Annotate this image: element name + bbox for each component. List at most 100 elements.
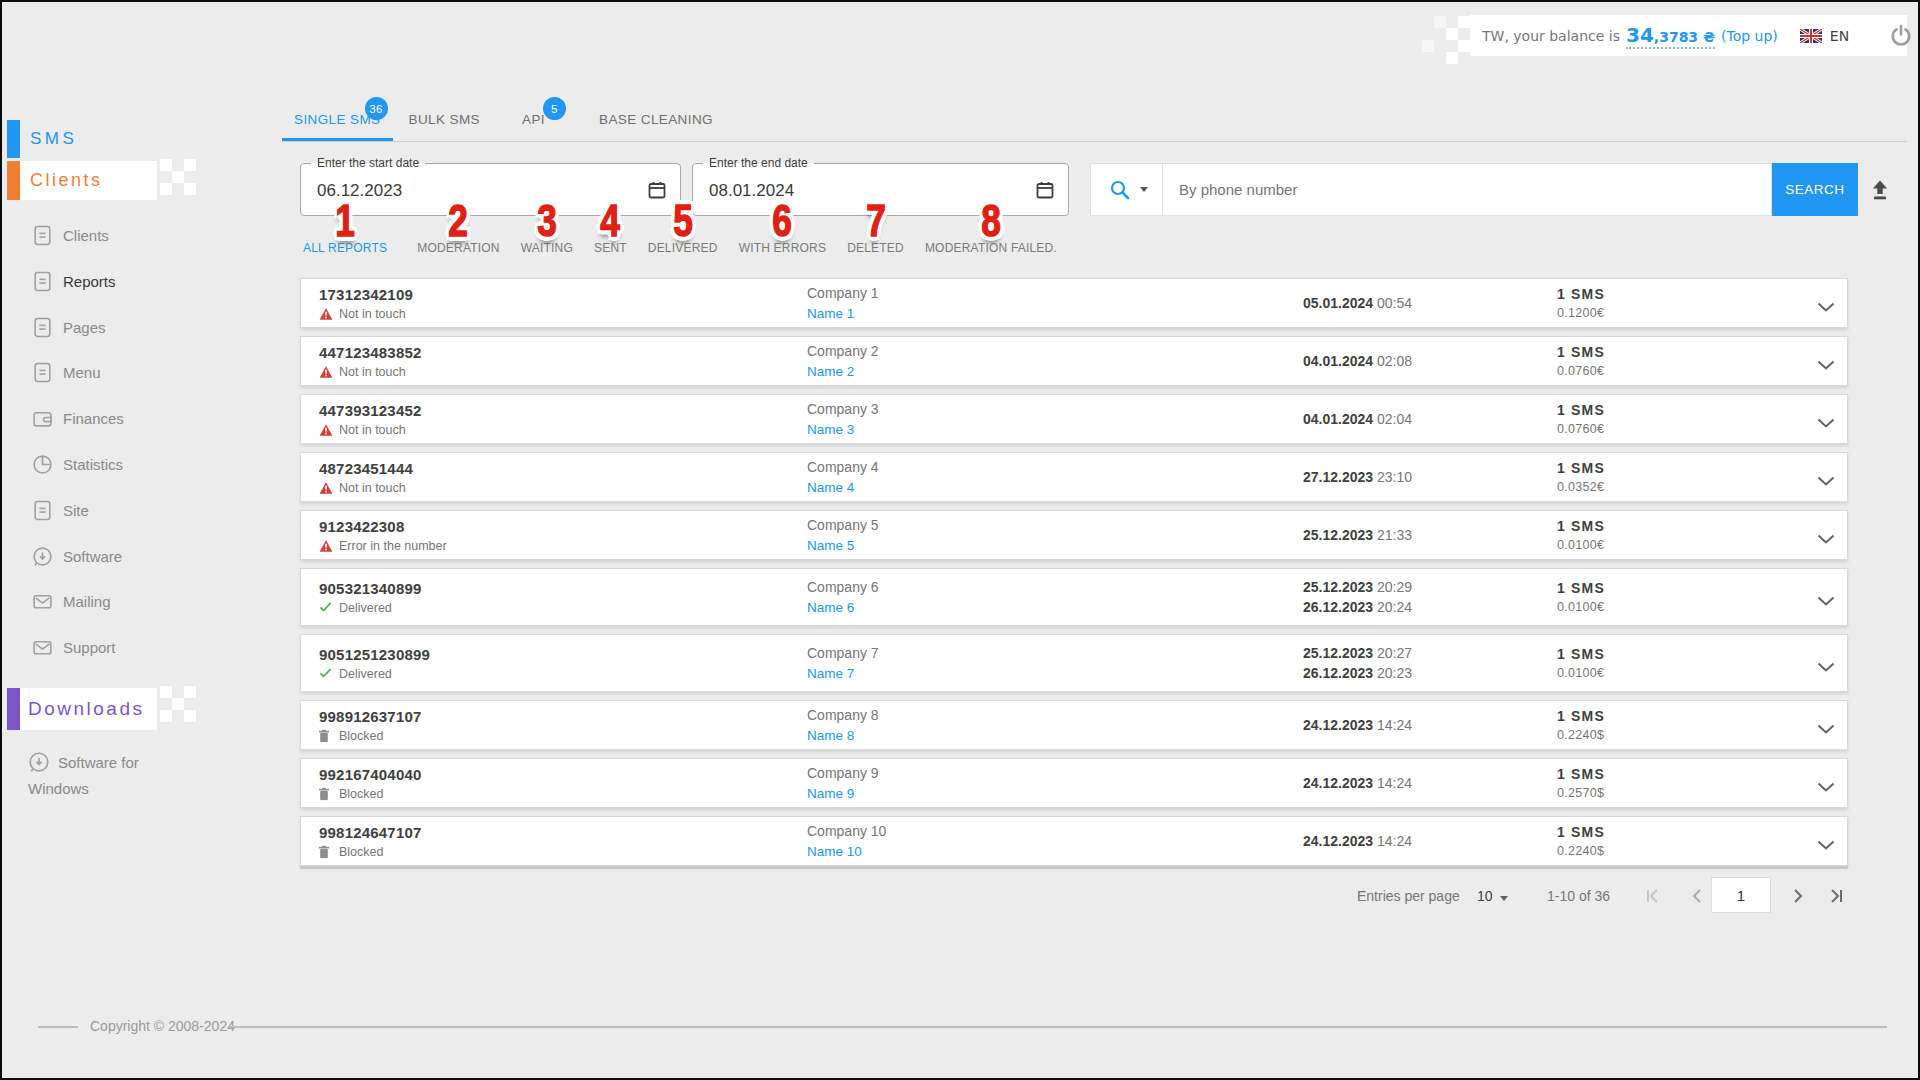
phone-number: 48723451444 xyxy=(319,460,413,477)
chevron-down-icon[interactable] xyxy=(1817,592,1835,602)
filter-moderation-failed[interactable]: 8 MODERATION FAILED. xyxy=(925,241,1057,255)
filter-moderation[interactable]: 2 MODERATION xyxy=(417,241,499,255)
report-row[interactable]: 48723451444 Not in touch Company 4 Name … xyxy=(300,452,1848,502)
chevron-down-icon[interactable] xyxy=(1817,298,1835,308)
filter-sent[interactable]: 4 SENT xyxy=(594,241,627,255)
filter-waiting[interactable]: 3 WAITING xyxy=(521,241,573,255)
client-name-link[interactable]: Name 7 xyxy=(807,666,879,681)
balance-label: TW, your balance is xyxy=(1482,28,1620,44)
chevron-down-icon[interactable] xyxy=(1817,720,1835,730)
tab-single-sms[interactable]: SINGLE SMS 36 xyxy=(282,98,393,141)
first-page-button[interactable] xyxy=(1644,887,1662,905)
client-name-link[interactable]: Name 6 xyxy=(807,600,879,615)
tab-bulk-sms[interactable]: BULK SMS xyxy=(393,98,496,141)
sms-price: 0.0760€ xyxy=(1557,364,1605,378)
sidebar-item-menu[interactable]: Menu xyxy=(0,349,300,395)
filter-with-errors[interactable]: 6 WITH ERRORS xyxy=(739,241,827,255)
calendar-icon[interactable] xyxy=(1036,181,1054,199)
status: Not in touch xyxy=(319,481,413,495)
company: Company 9 xyxy=(807,765,879,781)
sidebar-item-support[interactable]: Support xyxy=(0,624,300,670)
report-row[interactable]: 998912637107 Blocked Company 8 Name 8 24… xyxy=(300,700,1848,750)
report-row[interactable]: 9051251230899 Delivered Company 7 Name 7… xyxy=(300,634,1848,692)
client-name-link[interactable]: Name 4 xyxy=(807,480,879,495)
sms-count: 1 SMS xyxy=(1557,646,1605,662)
check-icon xyxy=(319,667,333,680)
sms-price: 0.0760€ xyxy=(1557,422,1605,436)
balance-value[interactable]: 34,3783 ₴ xyxy=(1626,23,1715,49)
chevron-down-icon[interactable] xyxy=(1817,414,1835,424)
last-page-button[interactable] xyxy=(1827,887,1845,905)
next-page-button[interactable] xyxy=(1789,887,1807,905)
report-row[interactable]: 447393123452 Not in touch Company 3 Name… xyxy=(300,394,1848,444)
sidebar-item-mailing[interactable]: Mailing xyxy=(0,578,300,624)
page-number-input[interactable]: 1 xyxy=(1711,877,1771,913)
client-name-link[interactable]: Name 8 xyxy=(807,728,879,743)
sidebar-section-sms[interactable]: SMS xyxy=(30,129,77,149)
client-name-link[interactable]: Name 9 xyxy=(807,786,879,801)
timestamps: 27.12.2023 23:10 xyxy=(1303,467,1412,487)
chevron-down-icon[interactable] xyxy=(1817,530,1835,540)
chevron-down-icon[interactable] xyxy=(1817,778,1835,788)
upload-icon[interactable] xyxy=(1868,178,1892,202)
language-label[interactable]: EN xyxy=(1830,28,1849,44)
filter-delivered[interactable]: 5 DELIVERED xyxy=(648,241,718,255)
report-row[interactable]: 17312342109 Not in touch Company 1 Name … xyxy=(300,278,1848,328)
client-name-link[interactable]: Name 1 xyxy=(807,306,879,321)
document-icon xyxy=(32,271,53,292)
search-button[interactable]: SEARCH xyxy=(1772,163,1858,216)
filter-all-reports[interactable]: 1 ALL REPORTS xyxy=(303,241,387,255)
uk-flag-icon[interactable] xyxy=(1800,29,1822,43)
timestamps: 24.12.2023 14:24 xyxy=(1303,831,1412,851)
company: Company 8 xyxy=(807,707,879,723)
report-row[interactable]: 992167404040 Blocked Company 9 Name 9 24… xyxy=(300,758,1848,808)
sidebar-item-software-for-windows[interactable]: Software for Windows xyxy=(28,750,186,802)
sms-count: 1 SMS xyxy=(1557,402,1605,418)
table-bottom-border xyxy=(300,866,1848,869)
search-input[interactable] xyxy=(1163,181,1771,198)
client-name-link[interactable]: Name 3 xyxy=(807,422,879,437)
calendar-icon[interactable] xyxy=(648,181,666,199)
status: Blocked xyxy=(319,729,422,743)
chevron-down-icon[interactable] xyxy=(1817,356,1835,366)
logout-power-icon[interactable] xyxy=(1889,24,1913,48)
start-date-value[interactable]: 06.12.2023 xyxy=(317,181,402,201)
sms-section-bar xyxy=(7,120,20,158)
search-icon xyxy=(1109,179,1131,201)
sidebar-item-reports[interactable]: Reports xyxy=(0,258,300,304)
sidebar-section-clients[interactable]: Clients xyxy=(30,170,103,191)
sidebar-item-software[interactable]: Software xyxy=(0,533,300,579)
sidebar-section-downloads[interactable]: Downloads xyxy=(28,698,145,720)
entries-per-page-select[interactable]: 10 xyxy=(1477,888,1508,904)
sidebar-item-statistics[interactable]: Statistics xyxy=(0,441,300,487)
envelope-icon xyxy=(32,591,53,612)
chevron-down-icon[interactable] xyxy=(1817,658,1835,668)
report-row[interactable]: 447123483852 Not in touch Company 2 Name… xyxy=(300,336,1848,386)
phone-number: 998912637107 xyxy=(319,708,422,725)
status: Delivered xyxy=(319,601,422,615)
top-up-link[interactable]: (Top up) xyxy=(1721,28,1778,44)
annotation-number: 1 xyxy=(335,199,355,243)
chevron-down-icon[interactable] xyxy=(1817,472,1835,482)
sidebar-item-finances[interactable]: Finances xyxy=(0,395,300,441)
search-type-dropdown[interactable] xyxy=(1091,179,1162,201)
client-name-link[interactable]: Name 10 xyxy=(807,844,886,859)
chevron-down-icon xyxy=(1500,896,1508,901)
report-row[interactable]: 998124647107 Blocked Company 10 Name 10 … xyxy=(300,816,1848,866)
report-row[interactable]: 9123422308 Error in the number Company 5… xyxy=(300,510,1848,560)
chevron-down-icon[interactable] xyxy=(1817,836,1835,846)
start-date-field[interactable]: Enter the start date 06.12.2023 xyxy=(300,163,681,216)
prev-page-button[interactable] xyxy=(1688,887,1706,905)
client-name-link[interactable]: Name 2 xyxy=(807,364,879,379)
tab-base-cleaning[interactable]: BASE CLEANING xyxy=(583,98,729,141)
client-name-link[interactable]: Name 5 xyxy=(807,538,879,553)
tab-api[interactable]: API 5 xyxy=(496,98,571,141)
report-row[interactable]: 905321340899 Delivered Company 6 Name 6 … xyxy=(300,568,1848,626)
sidebar-item-clients[interactable]: Clients xyxy=(0,212,300,258)
filter-deleted[interactable]: 7 DELETED xyxy=(847,241,904,255)
company: Company 5 xyxy=(807,517,879,533)
warning-triangle-icon xyxy=(319,481,333,494)
annotation-number: 6 xyxy=(773,199,793,243)
sidebar-item-pages[interactable]: Pages xyxy=(0,304,300,350)
sidebar-item-site[interactable]: Site xyxy=(0,487,300,533)
